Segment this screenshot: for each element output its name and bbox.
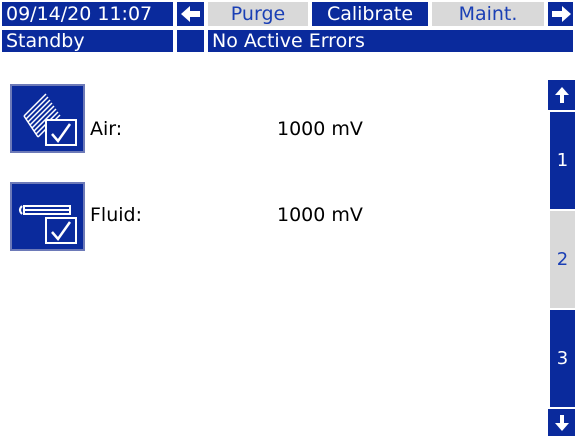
tab-calibrate[interactable]: Calibrate — [310, 0, 430, 28]
datetime-display: 09/14/20 11:07 — [0, 0, 175, 28]
page-2-button[interactable]: 2 — [548, 211, 575, 308]
arrow-down-icon — [554, 414, 569, 431]
arrow-left-icon — [180, 6, 200, 22]
fluid-label: Fluid: — [90, 204, 142, 226]
fluid-calibrate-button[interactable] — [10, 182, 85, 251]
prev-screen-button[interactable] — [175, 0, 206, 28]
air-value: 1000 mV — [277, 118, 363, 140]
page-1-button[interactable]: 1 — [548, 112, 575, 209]
scroll-up-button[interactable] — [548, 80, 575, 110]
tab-purge-label: Purge — [230, 2, 286, 25]
air-calibrate-icon — [23, 93, 77, 146]
air-label: Air: — [90, 118, 123, 140]
next-screen-button[interactable] — [546, 0, 575, 28]
error-status: No Active Errors — [206, 28, 575, 54]
arrow-right-icon — [551, 6, 571, 22]
page-3-label: 3 — [556, 348, 569, 369]
tab-maint[interactable]: Maint. — [430, 0, 546, 28]
tab-maint-label: Maint. — [458, 2, 518, 25]
arrow-up-icon — [554, 87, 569, 103]
error-status-text: No Active Errors — [212, 29, 365, 52]
tab-purge[interactable]: Purge — [206, 0, 310, 28]
fluid-calibrate-icon — [19, 205, 77, 244]
status-spacer — [175, 28, 206, 54]
page-1-label: 1 — [556, 150, 569, 171]
fluid-value: 1000 mV — [277, 204, 363, 226]
page-3-button[interactable]: 3 — [548, 310, 575, 407]
system-mode-text: Standby — [6, 29, 85, 52]
scroll-down-button[interactable] — [548, 409, 575, 436]
page-2-label: 2 — [556, 249, 569, 270]
system-mode-status: Standby — [0, 28, 175, 54]
tab-calibrate-label: Calibrate — [326, 2, 414, 25]
datetime-text: 09/14/20 11:07 — [6, 2, 153, 25]
air-calibrate-button[interactable] — [10, 84, 85, 153]
